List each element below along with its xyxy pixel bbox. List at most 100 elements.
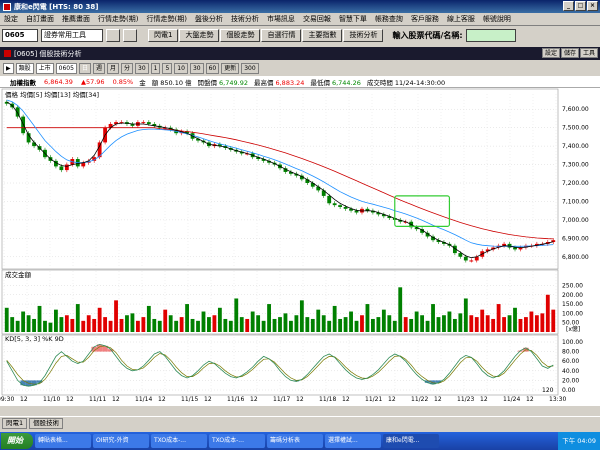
control-3[interactable]: 0605 xyxy=(55,63,77,74)
volume-bar-6 xyxy=(37,305,42,332)
control-1[interactable]: 類股 xyxy=(15,63,34,74)
quote-value-1: ▲57.96 xyxy=(80,77,105,86)
menu-item-2[interactable]: 推薦畫面 xyxy=(58,14,94,24)
technical-chart[interactable]: 價格 均價[5] 均價[13] 均價[34] 成交金額 KD[5, 3, 3] %K… xyxy=(0,88,600,406)
x-label-22: 11/24 xyxy=(503,396,520,403)
tool-icon[interactable] xyxy=(106,29,120,42)
toolbar-button-1[interactable]: 大盤走勢 xyxy=(179,29,220,42)
status-tab-0[interactable]: 閃電1 xyxy=(2,418,28,429)
volume-bar-35 xyxy=(196,320,200,332)
volume-bar-66 xyxy=(365,304,370,332)
chart-window-button-0[interactable]: 設定 xyxy=(541,48,560,58)
menu-item-5[interactable]: 盤後分析 xyxy=(191,14,227,24)
quote-item-7: 最低價 6,744.26 xyxy=(310,77,360,87)
volume-bar-84 xyxy=(463,298,468,332)
toolbar-button-0[interactable]: 閃電1 xyxy=(148,29,179,42)
menu-item-13[interactable]: 帳號說明 xyxy=(479,14,515,24)
volume-bar-27 xyxy=(152,318,157,332)
clock: 下午 04:09 xyxy=(558,432,600,450)
quote-item-8: 成交時間 11/24-14:30:00 xyxy=(367,77,445,87)
menu-item-7[interactable]: 市場訊息 xyxy=(263,14,299,24)
price-tick-4: 7,200.00 xyxy=(562,180,589,187)
menu-item-10[interactable]: 帳務查詢 xyxy=(371,14,407,24)
volume-bar-89 xyxy=(491,318,496,332)
volume-tick-0: 250.00 xyxy=(562,282,583,289)
volume-bar-69 xyxy=(381,309,386,332)
volume-bar-65 xyxy=(360,315,364,332)
task-button-3[interactable]: TXO成本-... xyxy=(209,434,265,448)
x-label-23: 12 xyxy=(526,396,534,403)
control-4[interactable]: 日 xyxy=(78,63,91,74)
control-6[interactable]: 月 xyxy=(106,63,119,74)
volume-bar-8 xyxy=(48,322,53,332)
control-12[interactable]: 30 xyxy=(189,63,204,74)
search-input[interactable] xyxy=(465,29,516,42)
control-13[interactable]: 60 xyxy=(205,63,220,74)
task-button-1[interactable]: OI研究-外資 xyxy=(93,434,149,448)
refresh-icon[interactable] xyxy=(123,29,137,42)
tool-selector[interactable]: 證券常用工具 xyxy=(41,29,103,42)
volume-bar-74 xyxy=(409,318,414,332)
menu-item-12[interactable]: 線上客服 xyxy=(443,14,479,24)
control-2[interactable]: 上市 xyxy=(35,63,54,74)
control-8[interactable]: 30 xyxy=(135,63,149,74)
toolbar-button-5[interactable]: 技術分析 xyxy=(343,29,384,42)
menu-item-0[interactable]: 設定 xyxy=(0,14,22,24)
x-label-21: 12 xyxy=(480,396,488,403)
control-0[interactable]: ▶ xyxy=(3,63,14,74)
volume-bar-3 xyxy=(21,311,26,332)
minimize-button[interactable]: _ xyxy=(563,1,574,11)
price-panel-label: 價格 均價[5] 均價[13] 均價[34] xyxy=(5,90,99,99)
volume-bar-41 xyxy=(228,320,233,332)
kd-tick-3: 40.00 xyxy=(562,368,579,375)
volume-bar-82 xyxy=(452,318,457,332)
volume-bar-33 xyxy=(185,304,190,332)
volume-bar-31 xyxy=(174,320,179,332)
x-label-6: 11/14 xyxy=(135,396,152,403)
control-14[interactable]: 更新 xyxy=(221,63,240,74)
volume-bar-10 xyxy=(59,317,64,332)
control-10[interactable]: 5 xyxy=(162,63,173,74)
menu-item-3[interactable]: 行情走勢(期) xyxy=(94,14,142,24)
chart-window-button-1[interactable]: 儲存 xyxy=(560,48,579,58)
x-label-24: 13:30 xyxy=(549,396,566,403)
chart-window-title: [0605] 個股技術分析 設定 儲存 工具 xyxy=(0,47,600,60)
menu-item-8[interactable]: 交易回報 xyxy=(299,14,335,24)
task-button-4[interactable]: 籌碼分析表 xyxy=(267,434,323,448)
close-button[interactable]: × xyxy=(587,1,598,11)
volume-bar-58 xyxy=(321,315,326,332)
menu-item-4[interactable]: 行情走勢(期) xyxy=(142,14,190,24)
x-range-label: 120 xyxy=(542,387,554,394)
chart-window-button-2[interactable]: 工具 xyxy=(579,48,598,58)
toolbar-button-2[interactable]: 個股走勢 xyxy=(220,29,261,42)
volume-bar-45 xyxy=(250,311,255,332)
volume-bar-56 xyxy=(310,318,315,332)
x-label-1: 12 xyxy=(20,396,28,403)
menu-item-6[interactable]: 技術分析 xyxy=(227,14,263,24)
menu-item-11[interactable]: 客戶服務 xyxy=(407,14,443,24)
menu-item-1[interactable]: 自訂畫面 xyxy=(22,14,58,24)
volume-bar-55 xyxy=(305,317,310,332)
toolbar-button-3[interactable]: 自選行情 xyxy=(261,29,302,42)
maximize-button[interactable]: □ xyxy=(575,1,586,11)
quote-label-7: 最低價 xyxy=(310,78,330,87)
volume-bar-52 xyxy=(289,320,293,332)
task-button-6[interactable]: 康和e閃電... xyxy=(383,434,439,448)
control-7[interactable]: 分 xyxy=(120,63,133,74)
start-button[interactable]: 開始 xyxy=(1,433,33,449)
control-9[interactable]: 1 xyxy=(150,63,161,74)
toolbar-button-4[interactable]: 主要指數 xyxy=(302,29,343,42)
control-15[interactable]: 300 xyxy=(241,63,259,74)
stock-code-field[interactable]: 0605 xyxy=(2,29,38,42)
task-button-5[interactable]: 選擇權試... xyxy=(325,434,381,448)
quote-bar: 加權指數 6,864.39 ▲57.96 0.85% 金額 850.10 億開盤價 6,7… xyxy=(0,76,600,88)
task-button-2[interactable]: TXO成本-... xyxy=(151,434,207,448)
x-label-0: 09:30 xyxy=(0,396,14,403)
control-11[interactable]: 10 xyxy=(174,63,188,74)
volume-bar-60 xyxy=(332,305,337,332)
task-button-0[interactable]: 轉貼表格... xyxy=(35,434,91,448)
menu-item-9[interactable]: 智慧下單 xyxy=(335,14,371,24)
volume-bar-19 xyxy=(108,320,113,332)
status-tab-1[interactable]: 個股技術 xyxy=(29,418,64,429)
control-5[interactable]: 週 xyxy=(92,63,105,74)
